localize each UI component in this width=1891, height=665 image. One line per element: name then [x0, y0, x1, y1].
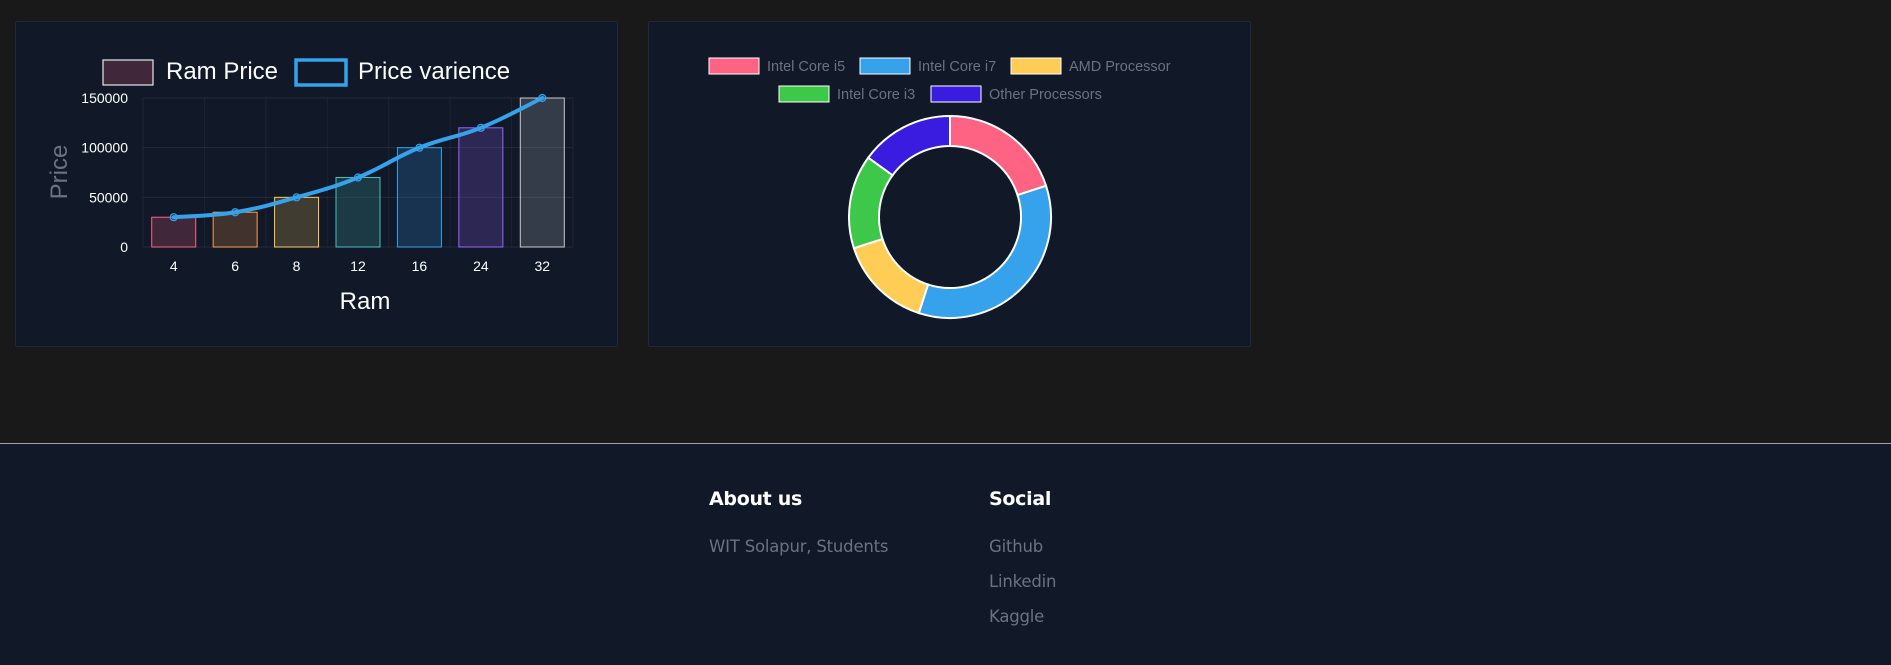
- bar-4: [151, 216, 197, 248]
- bar-8: [274, 196, 320, 248]
- y-axis-title: Price: [46, 145, 73, 200]
- legend-label: Intel Core i5: [767, 59, 845, 75]
- y-tick-label: 150000: [81, 90, 128, 106]
- slice-amd-processor: [852, 237, 930, 315]
- x-tick-label: 12: [350, 258, 366, 274]
- bar-16: [396, 147, 442, 248]
- y-tick-label: 50000: [89, 189, 128, 205]
- slice-intel-core-i7: [917, 184, 1052, 319]
- y-tick-label: 0: [120, 239, 128, 255]
- legend-label: Intel Core i3: [837, 87, 915, 103]
- line-point-4: [169, 213, 178, 222]
- line-point-24: [476, 123, 485, 132]
- github-link[interactable]: Github: [989, 537, 1043, 556]
- ram-price-chart-card: 0 50000 100000 150000 4 6 8 12 16 24 32 Ram Price Ram…: [15, 21, 618, 347]
- legend-label: Other Processors: [989, 87, 1102, 103]
- x-tick-label: 16: [412, 258, 428, 274]
- about-us-text: WIT Solapur, Students: [709, 537, 889, 556]
- kaggle-link[interactable]: Kaggle: [989, 607, 1044, 626]
- ram-price-chart: 0 50000 100000 150000 4 6 8 12 16 24 32 Ram Price Ram…: [46, 58, 574, 315]
- line-point-8: [292, 193, 301, 202]
- bar-32: [519, 97, 565, 248]
- x-axis-title: Ram: [340, 288, 391, 315]
- line-point-12: [353, 173, 363, 182]
- slice-intel-core-i5: [949, 114, 1048, 197]
- legend-swatch-ram-price: [102, 59, 154, 86]
- legend-label-price-varience: Price varience: [358, 58, 510, 85]
- x-tick-label: 32: [534, 258, 550, 274]
- legend-label: AMD Processor: [1069, 59, 1171, 75]
- footer: About us WIT Solapur, Students Social Gi…: [0, 443, 1891, 665]
- about-us-heading: About us: [709, 488, 803, 510]
- line-point-16: [415, 143, 424, 152]
- legend-swatch-other-processors: [930, 85, 982, 103]
- processor-chart-card: Intel Core i5 Intel Core i7 AMD Processor I…: [648, 21, 1251, 347]
- x-tick-label: 24: [473, 258, 489, 274]
- legend-label-ram-price: Ram Price: [166, 58, 278, 85]
- bar-12: [335, 176, 381, 248]
- legend-swatch-intel-core-i3: [778, 85, 830, 103]
- linkedin-link[interactable]: Linkedin: [989, 572, 1056, 591]
- legend-swatch-price-varience: [294, 58, 348, 87]
- bar-24: [458, 127, 504, 248]
- slice-other-processors: [866, 114, 951, 177]
- x-tick-label: 4: [170, 258, 178, 274]
- bar-6: [212, 211, 258, 248]
- y-tick-label: 100000: [81, 140, 128, 156]
- processor-donut-chart: Intel Core i5 Intel Core i7 AMD Processor I…: [708, 57, 1171, 319]
- legend-swatch-amd-processor: [1010, 57, 1062, 75]
- legend-label: Intel Core i7: [918, 59, 996, 75]
- line-point-32: [538, 93, 547, 103]
- legend-swatch-intel-core-i7: [859, 57, 911, 75]
- social-heading: Social: [989, 488, 1052, 510]
- x-tick-label: 8: [293, 258, 301, 274]
- line-point-6: [231, 208, 240, 217]
- legend-swatch-intel-core-i5: [708, 57, 760, 75]
- x-tick-label: 6: [231, 258, 239, 274]
